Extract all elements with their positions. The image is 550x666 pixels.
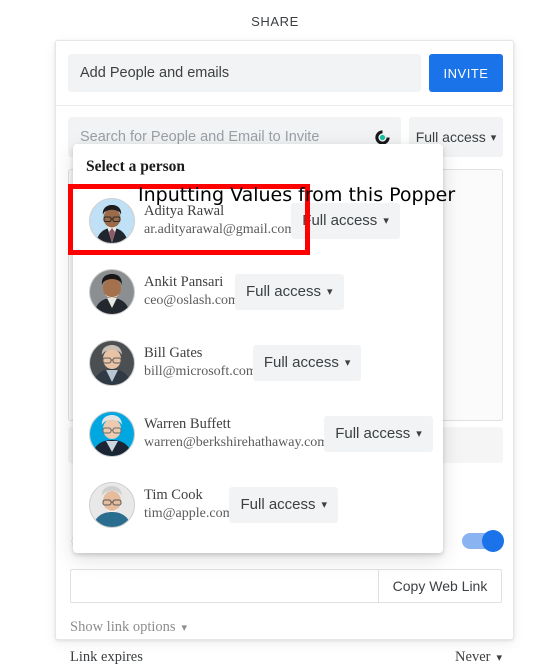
person-list: Aditya Rawal ar.adityarawal@gmail.com Full… bbox=[73, 185, 443, 540]
avatar-aditya-rawal bbox=[89, 197, 135, 244]
person-access-select[interactable]: Full access ▾ bbox=[234, 273, 344, 310]
person-access-select[interactable]: Full access ▾ bbox=[252, 344, 362, 381]
chevron-down-icon: ▾ bbox=[344, 357, 351, 369]
chevron-down-icon: ▾ bbox=[496, 652, 502, 664]
copy-link-row: Copy Web Link bbox=[70, 569, 502, 603]
person-access-value: Full access bbox=[263, 354, 339, 371]
link-expires-label: Link expires bbox=[70, 649, 143, 665]
link-expires-select[interactable]: Never ▾ bbox=[455, 649, 502, 666]
person-email: tim@apple.com bbox=[144, 505, 234, 521]
person-text: Warren Buffett warren@berkshirehathaway.c… bbox=[144, 416, 328, 451]
person-name: Tim Cook bbox=[144, 487, 203, 504]
divider bbox=[56, 105, 513, 106]
invite-button[interactable]: INVITE bbox=[429, 54, 503, 92]
person-text: Ankit Pansari ceo@oslash.com bbox=[144, 274, 239, 309]
person-email: bill@microsoft.com bbox=[144, 363, 257, 379]
person-row[interactable]: Tim Cook tim@apple.com Full access ▾ bbox=[73, 469, 443, 540]
copy-web-link-button[interactable]: Copy Web Link bbox=[378, 569, 502, 603]
web-link-value[interactable] bbox=[70, 569, 378, 603]
access-level-value: Full access bbox=[415, 129, 486, 145]
person-row[interactable]: Bill Gates bill@microsoft.com Full access ▾ bbox=[73, 327, 443, 398]
person-access-select[interactable]: Full access ▾ bbox=[324, 415, 433, 452]
person-name: Ankit Pansari bbox=[144, 274, 224, 291]
chevron-down-icon: ▾ bbox=[321, 499, 328, 511]
invite-row: INVITE bbox=[68, 53, 503, 93]
chevron-down-icon: ▾ bbox=[490, 131, 497, 144]
chevron-down-icon: ▾ bbox=[416, 428, 422, 440]
person-access-value: Full access bbox=[335, 425, 411, 442]
person-row[interactable]: Ankit Pansari ceo@oslash.com Full access ▾ bbox=[73, 256, 443, 327]
person-email: ceo@oslash.com bbox=[144, 292, 239, 308]
show-link-options-label: Show link options bbox=[70, 619, 176, 635]
show-link-options-toggle[interactable]: Show link options ▾ bbox=[70, 619, 187, 636]
person-row[interactable]: Warren Buffett warren@berkshirehathaway.c… bbox=[73, 398, 443, 469]
person-name: Warren Buffett bbox=[144, 416, 231, 433]
person-access-value: Full access bbox=[245, 283, 321, 300]
toggle-knob bbox=[482, 530, 504, 552]
link-expires-row: Link expires Never ▾ bbox=[70, 649, 502, 666]
loading-spinner-icon bbox=[374, 129, 391, 146]
page-title: SHARE bbox=[251, 14, 299, 29]
avatar-bill-gates bbox=[89, 339, 135, 386]
person-access-value: Full access bbox=[302, 212, 378, 229]
search-placeholder-label: Search for People and Email to Invite bbox=[80, 129, 320, 145]
avatar-tim-cook bbox=[89, 481, 135, 528]
person-email: ar.adityarawal@gmail.com bbox=[144, 221, 296, 237]
person-name: Aditya Rawal bbox=[144, 203, 225, 220]
person-row[interactable]: Aditya Rawal ar.adityarawal@gmail.com Full… bbox=[73, 185, 443, 256]
add-people-input[interactable] bbox=[68, 54, 421, 92]
person-access-value: Full access bbox=[240, 496, 316, 513]
person-name: Bill Gates bbox=[144, 345, 203, 362]
link-expires-value: Never bbox=[455, 649, 491, 665]
person-email: warren@berkshirehathaway.com bbox=[144, 434, 329, 450]
person-access-select[interactable]: Full access ▾ bbox=[229, 486, 339, 523]
popper-title: Select a person bbox=[86, 158, 186, 175]
person-text: Aditya Rawal ar.adityarawal@gmail.com bbox=[144, 203, 295, 238]
person-text: Bill Gates bill@microsoft.com bbox=[144, 345, 257, 380]
link-sharing-toggle[interactable] bbox=[462, 530, 504, 552]
chevron-down-icon: ▾ bbox=[326, 286, 333, 298]
avatar-warren-buffett bbox=[89, 410, 135, 457]
chevron-down-icon: ▾ bbox=[181, 622, 188, 634]
avatar-ankit-pansari bbox=[89, 268, 135, 315]
select-person-popper: Select a person Aditya Rawal ar.adityaraw… bbox=[73, 144, 443, 553]
person-access-select[interactable]: Full access ▾ bbox=[291, 202, 400, 239]
chevron-down-icon: ▾ bbox=[383, 215, 389, 227]
person-text: Tim Cook tim@apple.com bbox=[144, 487, 233, 522]
